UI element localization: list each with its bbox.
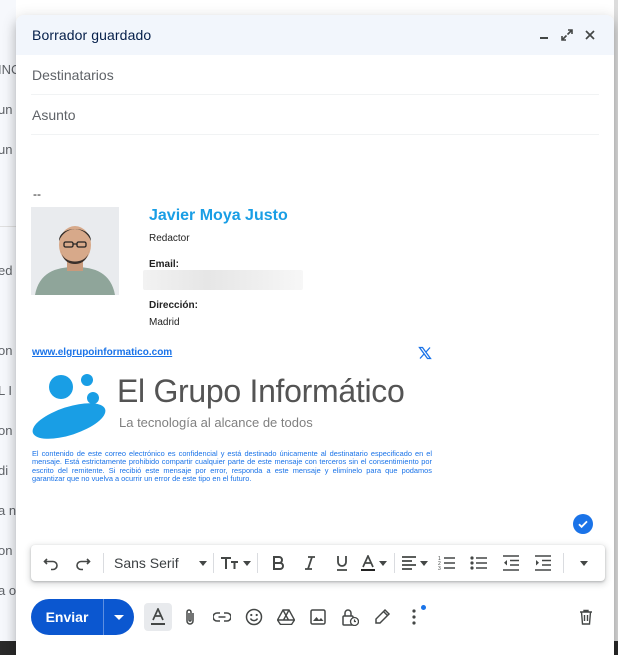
- numbered-list-icon[interactable]: 123: [433, 549, 461, 577]
- discard-icon[interactable]: [572, 603, 600, 631]
- signature-photo: [31, 207, 119, 295]
- x-twitter-icon[interactable]: [418, 346, 432, 360]
- expand-icon[interactable]: [557, 25, 577, 45]
- signature-email-redacted: [143, 270, 303, 290]
- indent-more-icon[interactable]: [529, 549, 557, 577]
- formatting-options-icon[interactable]: [144, 603, 172, 631]
- background-fragment: on: [0, 423, 13, 438]
- send-options-button[interactable]: [103, 599, 134, 635]
- signature-separator: --: [33, 187, 41, 201]
- signature-website-link[interactable]: www.elgrupoinformatico.com: [32, 347, 172, 358]
- bold-icon[interactable]: [264, 549, 292, 577]
- background-fragment: un: [0, 102, 13, 117]
- bulleted-list-icon[interactable]: [465, 549, 493, 577]
- signature-name: Javier Moya Justo: [149, 207, 288, 224]
- confidential-icon[interactable]: [336, 603, 364, 631]
- italic-icon[interactable]: [296, 549, 324, 577]
- toolbar-divider: [256, 553, 258, 573]
- subject-row: [31, 95, 599, 135]
- more-options-icon[interactable]: [400, 603, 428, 631]
- subject-field[interactable]: [32, 106, 599, 123]
- background-scrollbar: [614, 0, 618, 655]
- more-formatting-icon[interactable]: [570, 549, 598, 577]
- svg-text:3: 3: [438, 566, 441, 571]
- font-family-value: Sans Serif: [114, 555, 179, 571]
- toolbar-divider: [562, 553, 564, 573]
- compose-actions: Enviar: [31, 599, 604, 635]
- close-icon[interactable]: [580, 25, 600, 45]
- signature-role: Redactor: [149, 233, 190, 244]
- background-fragment: on: [0, 343, 13, 358]
- send-button[interactable]: Enviar: [31, 599, 103, 635]
- background-fragment: L I: [0, 383, 12, 398]
- chevron-down-icon: [198, 560, 207, 566]
- background-fragment: un: [0, 142, 13, 157]
- chevron-down-icon: [379, 560, 388, 566]
- indent-less-icon[interactable]: [497, 549, 525, 577]
- formatting-toolbar: Sans Serif 123: [31, 545, 605, 581]
- background-fragment: ed: [0, 263, 13, 278]
- font-size-icon[interactable]: [220, 549, 251, 577]
- recipients-row: [31, 55, 599, 95]
- send-button-group: Enviar: [31, 599, 134, 635]
- logo-tagline: La tecnología al alcance de todos: [119, 415, 313, 430]
- background-fragment: a n: [0, 503, 16, 518]
- background-divider: [0, 226, 16, 227]
- font-family-select[interactable]: Sans Serif: [110, 549, 207, 577]
- notification-dot: [421, 605, 426, 610]
- attach-icon[interactable]: [176, 603, 204, 631]
- background-fragment: a o: [0, 583, 16, 598]
- background-fragment: INC: [0, 62, 16, 77]
- signature-email-label: Email:: [149, 259, 180, 270]
- chevron-down-icon: [420, 560, 429, 566]
- compose-title: Borrador guardado: [32, 27, 152, 43]
- compose-header[interactable]: Borrador guardado: [16, 15, 614, 55]
- signature-address-value: Madrid: [149, 317, 180, 328]
- logo-text: El Grupo Informático: [117, 373, 405, 409]
- photo-icon[interactable]: [304, 603, 332, 631]
- text-color-icon[interactable]: [360, 549, 388, 577]
- chevron-down-icon: [114, 614, 124, 620]
- signature-icon[interactable]: [368, 603, 396, 631]
- toolbar-divider: [103, 553, 104, 573]
- signature-disclaimer: El contenido de este correo electrónico …: [32, 449, 432, 484]
- chevron-down-icon: [579, 560, 588, 566]
- undo-icon[interactable]: [37, 549, 65, 577]
- logo-mark-icon: [32, 374, 106, 439]
- recipients-field[interactable]: [32, 66, 599, 83]
- minimize-icon[interactable]: [534, 25, 554, 45]
- drive-icon[interactable]: [272, 603, 300, 631]
- background-fragment: on: [0, 543, 13, 558]
- company-logo: El Grupo Informático La tecnología al al…: [31, 373, 441, 439]
- background-inbox: INC un un ed on L I on di a n on a o: [0, 0, 16, 655]
- compose-window: Borrador guardado --: [16, 15, 614, 655]
- toolbar-divider: [212, 553, 214, 573]
- link-icon[interactable]: [208, 603, 236, 631]
- check-icon[interactable]: [573, 514, 593, 534]
- emoji-icon[interactable]: [240, 603, 268, 631]
- chevron-down-icon: [242, 560, 251, 566]
- align-icon[interactable]: [401, 549, 429, 577]
- toolbar-divider: [393, 553, 395, 573]
- underline-icon[interactable]: [328, 549, 356, 577]
- background-fragment: di: [0, 463, 9, 478]
- redo-icon[interactable]: [69, 549, 97, 577]
- signature-address-label: Dirección:: [149, 300, 198, 311]
